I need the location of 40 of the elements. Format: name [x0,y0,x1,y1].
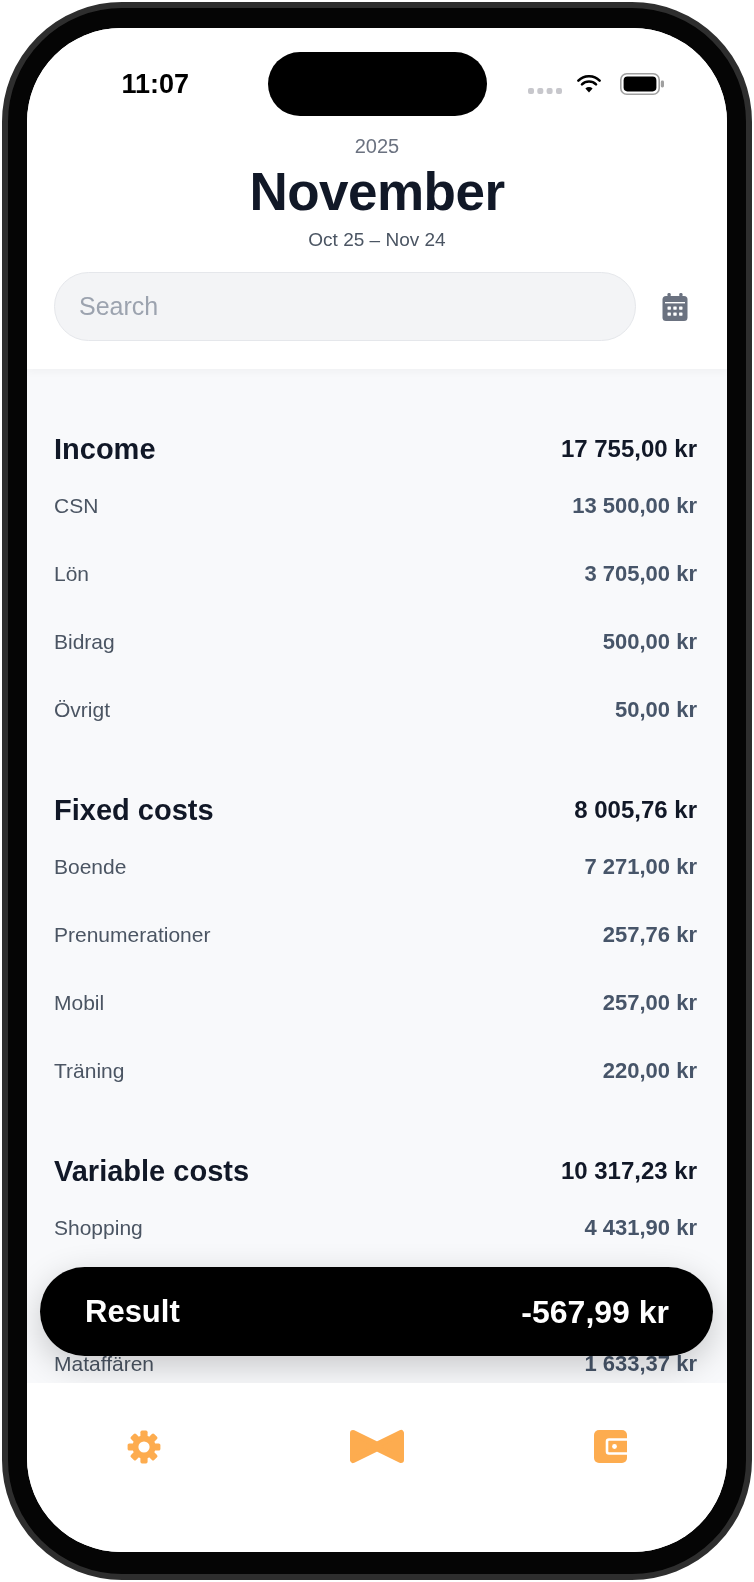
category-amount: 257,76 kr [602,922,697,948]
battery-icon [619,73,664,95]
category-amount: 3 705,00 kr [584,561,697,587]
category-name: CSN [54,493,99,519]
category-name: Mobil [54,990,105,1016]
category-name: Prenumerationer [54,922,211,948]
bow-tie-icon[interactable] [349,1429,405,1464]
cellular-signal-icon [527,88,562,94]
section-title: Fixed costs [54,793,214,827]
section-total: 8 005,76 kr [574,796,697,824]
section-total: 17 755,00 kr [560,435,697,463]
category-name: Lön [54,561,90,587]
category-amount: 220,00 kr [602,1058,697,1084]
settings-icon[interactable] [126,1429,161,1464]
category-amount: 7 271,00 kr [584,854,697,880]
result-label: Result [85,1293,180,1330]
category-amount: 500,00 kr [602,629,697,655]
category-amount: 4 431,90 kr [584,1215,697,1241]
section-title: Variable costs [54,1154,250,1188]
category-amount: 13 500,00 kr [572,493,697,519]
category-amount: 1 633,37 kr [584,1351,697,1377]
year-label: 2025 [354,134,400,158]
category-amount: 257,00 kr [602,990,697,1016]
search-field[interactable]: Search [54,272,636,341]
category-name: Mataffären [54,1351,154,1377]
result-amount: -567,99 kr [521,1293,669,1330]
category-name: Bidrag [54,629,115,655]
category-name: Träning [54,1058,125,1084]
category-name: Boende [54,854,127,880]
section-title: Income [54,432,156,466]
wallet-icon[interactable] [593,1430,627,1463]
status-time: 11:07 [121,69,190,99]
category-amount: 50,00 kr [615,697,697,723]
wifi-icon [576,75,601,93]
section-total: 10 317,23 kr [560,1157,697,1185]
month-title: November [249,164,505,220]
calendar-icon[interactable] [662,292,688,321]
category-name: Shopping [54,1215,143,1241]
category-name: Övrigt [54,697,110,723]
period-range: Oct 25 – Nov 24 [308,228,446,252]
